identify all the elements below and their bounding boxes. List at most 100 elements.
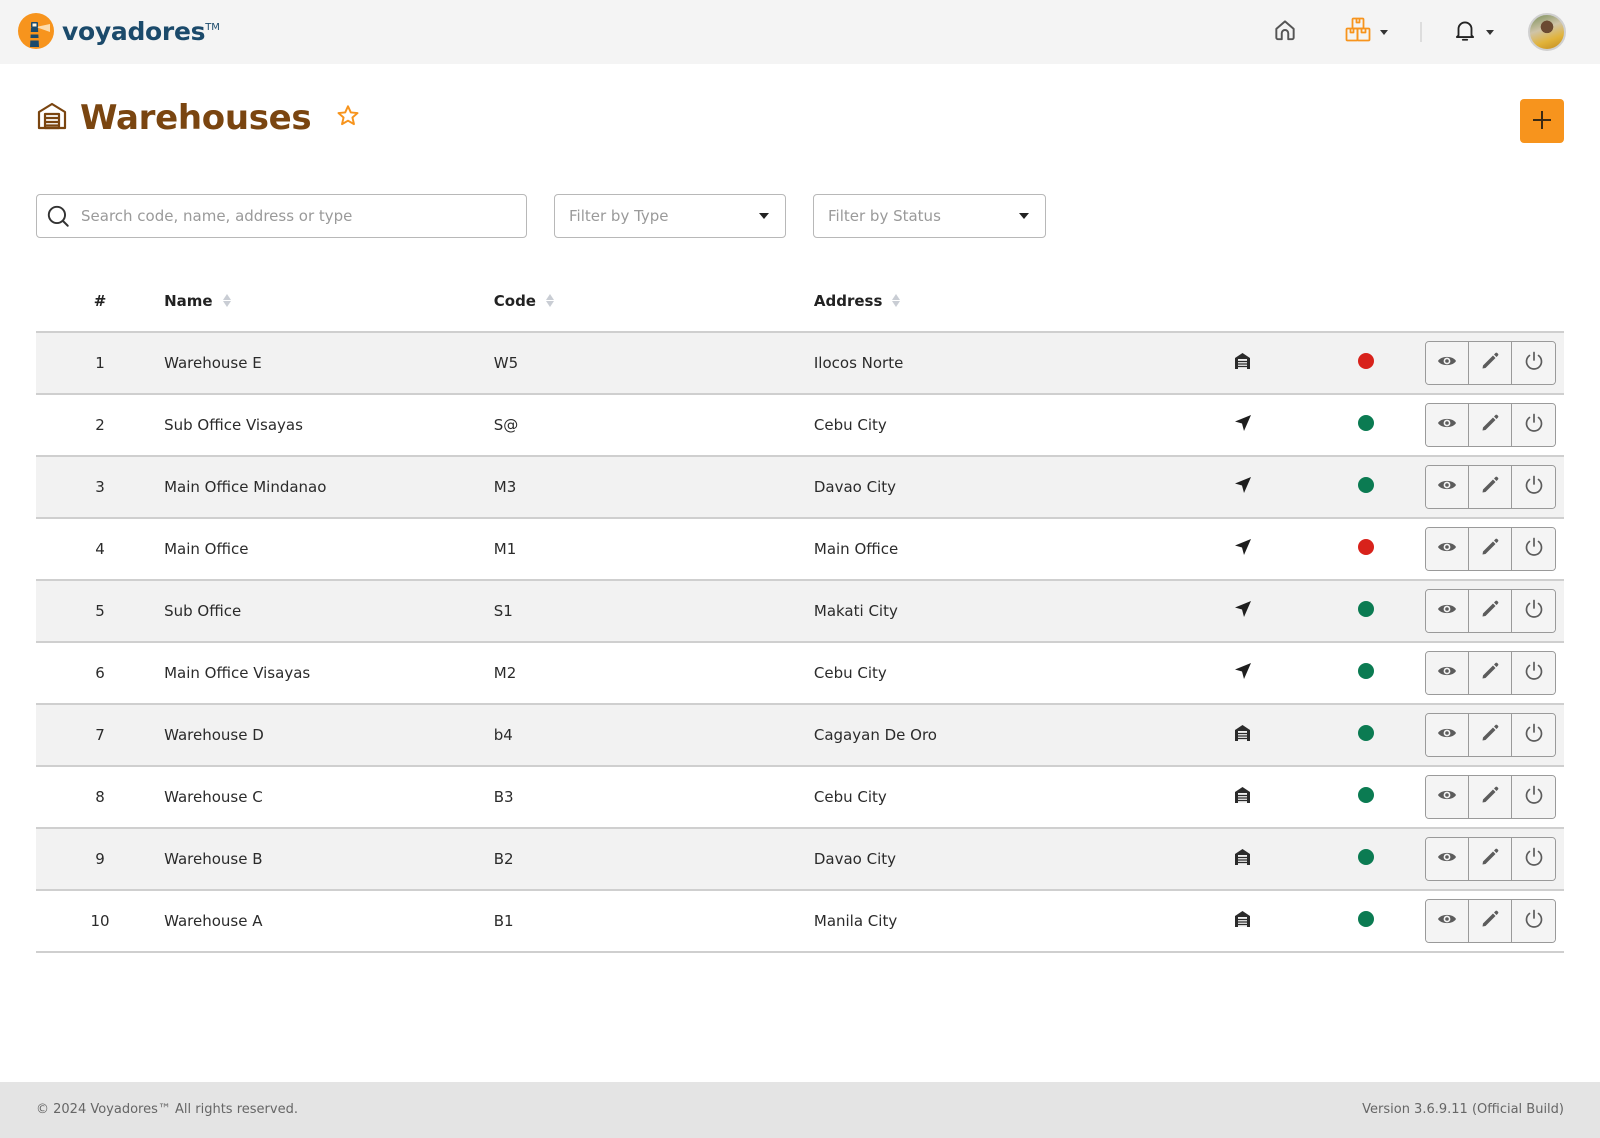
row-code: B3 — [493, 766, 814, 829]
warehouse-icon — [36, 100, 68, 136]
column-header-number: # — [36, 270, 165, 333]
row-actions — [1425, 828, 1564, 891]
row-code: S@ — [493, 394, 814, 457]
type-filter-select[interactable]: Filter by Type — [554, 194, 786, 238]
row-address: Ilocos Norte — [813, 332, 1179, 395]
row-address: Cebu City — [813, 394, 1179, 457]
column-header-actions — [1425, 270, 1564, 333]
row-status — [1306, 394, 1425, 457]
sort-icon[interactable] — [545, 294, 554, 308]
edit-button[interactable] — [1469, 900, 1512, 942]
action-button-group — [1425, 713, 1556, 757]
edit-button[interactable] — [1469, 404, 1512, 446]
view-button[interactable] — [1426, 714, 1469, 756]
row-actions — [1425, 394, 1564, 457]
location-arrow-icon — [1234, 477, 1252, 498]
view-button[interactable] — [1426, 404, 1469, 446]
power-icon — [1523, 350, 1545, 376]
user-avatar[interactable] — [1528, 13, 1566, 51]
row-status — [1306, 332, 1425, 395]
row-name: Main Office — [164, 518, 494, 581]
eye-icon — [1437, 912, 1457, 930]
notifications-button[interactable] — [1452, 16, 1494, 48]
edit-button[interactable] — [1469, 838, 1512, 880]
plus-icon — [1531, 109, 1553, 134]
view-button[interactable] — [1426, 466, 1469, 508]
status-dot-active — [1357, 725, 1374, 741]
view-button[interactable] — [1426, 838, 1469, 880]
edit-button[interactable] — [1469, 776, 1512, 818]
add-warehouse-button[interactable] — [1520, 99, 1564, 143]
view-button[interactable] — [1426, 590, 1469, 632]
view-button[interactable] — [1426, 342, 1469, 384]
row-status — [1306, 766, 1425, 829]
row-type — [1178, 394, 1307, 457]
status-filter-select[interactable]: Filter by Status — [813, 194, 1046, 238]
toggle-power-button[interactable] — [1512, 404, 1555, 446]
column-header-status — [1306, 270, 1425, 333]
row-type — [1178, 704, 1307, 767]
toggle-power-button[interactable] — [1512, 590, 1555, 632]
row-actions — [1425, 580, 1564, 643]
edit-button[interactable] — [1469, 590, 1512, 632]
warehouse-type-icon — [1234, 353, 1251, 374]
column-header-name[interactable]: Name — [164, 270, 494, 333]
toggle-power-button[interactable] — [1512, 652, 1555, 694]
row-address: Main Office — [813, 518, 1179, 581]
edit-button[interactable] — [1469, 528, 1512, 570]
pencil-icon — [1480, 475, 1500, 499]
eye-icon — [1437, 416, 1457, 434]
location-arrow-icon — [1234, 415, 1252, 436]
view-button[interactable] — [1426, 652, 1469, 694]
row-name: Warehouse E — [164, 332, 494, 395]
footer: © 2024 Voyadores™ All rights reserved. V… — [0, 1082, 1600, 1138]
view-button[interactable] — [1426, 776, 1469, 818]
chevron-down-icon — [1486, 29, 1494, 35]
location-arrow-icon — [1234, 663, 1252, 684]
row-address: Cebu City — [813, 642, 1179, 705]
toggle-power-button[interactable] — [1512, 838, 1555, 880]
version-text: Version 3.6.9.11 (Official Build) — [1362, 1102, 1564, 1117]
column-header-code[interactable]: Code — [493, 270, 814, 333]
column-header-address[interactable]: Address — [813, 270, 1179, 333]
toggle-power-button[interactable] — [1512, 776, 1555, 818]
column-header-name-label: Name — [164, 291, 213, 310]
row-number: 10 — [36, 890, 165, 953]
search-field[interactable] — [36, 194, 527, 238]
row-address: Manila City — [813, 890, 1179, 953]
home-button[interactable] — [1272, 16, 1298, 48]
row-address: Cagayan De Oro — [813, 704, 1179, 767]
row-actions — [1425, 766, 1564, 829]
view-button[interactable] — [1426, 528, 1469, 570]
edit-button[interactable] — [1469, 652, 1512, 694]
row-status — [1306, 828, 1425, 891]
star-outline-icon[interactable] — [335, 103, 361, 133]
caret-down-icon — [1019, 213, 1029, 219]
view-button[interactable] — [1426, 900, 1469, 942]
edit-button[interactable] — [1469, 466, 1512, 508]
toggle-power-button[interactable] — [1512, 900, 1555, 942]
row-address: Davao City — [813, 828, 1179, 891]
pencil-icon — [1480, 599, 1500, 623]
sort-icon[interactable] — [892, 294, 901, 308]
toggle-power-button[interactable] — [1512, 714, 1555, 756]
action-button-group — [1425, 651, 1556, 695]
sort-icon[interactable] — [222, 294, 231, 308]
table-row: 6 Main Office Visayas M2 Cebu City — [36, 642, 1564, 705]
eye-icon — [1437, 664, 1457, 682]
search-input[interactable] — [81, 207, 501, 225]
row-actions — [1425, 456, 1564, 519]
warehouse-menu-button[interactable] — [1344, 16, 1388, 48]
brand-logo[interactable]: voyadores TM — [18, 13, 220, 49]
toggle-power-button[interactable] — [1512, 528, 1555, 570]
edit-button[interactable] — [1469, 714, 1512, 756]
pencil-icon — [1480, 661, 1500, 685]
edit-button[interactable] — [1469, 342, 1512, 384]
copyright-text: © 2024 Voyadores™ All rights reserved. — [36, 1102, 298, 1117]
toggle-power-button[interactable] — [1512, 342, 1555, 384]
status-dot-active — [1357, 911, 1374, 927]
row-number: 6 — [36, 642, 165, 705]
row-code: B1 — [493, 890, 814, 953]
row-type — [1178, 642, 1307, 705]
toggle-power-button[interactable] — [1512, 466, 1555, 508]
